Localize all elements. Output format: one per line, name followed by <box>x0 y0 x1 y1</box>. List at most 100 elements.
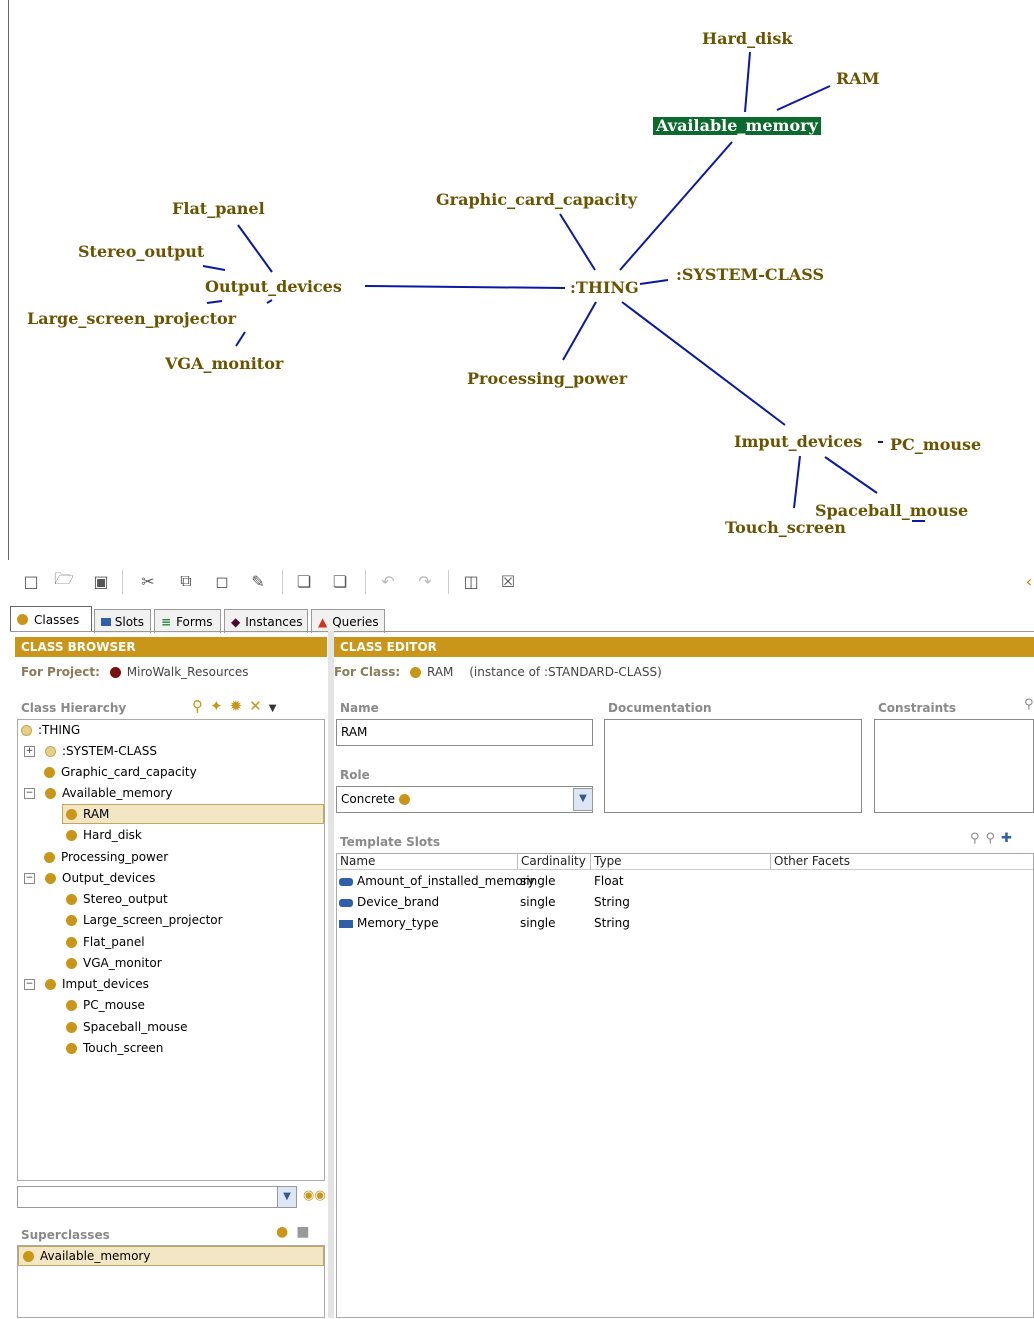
tab-queries[interactable]: ▲ Queries <box>311 609 385 633</box>
remove-superclass-icon[interactable]: ■ <box>296 1224 317 1240</box>
tree-item-ram[interactable]: RAM <box>62 804 324 824</box>
class-icon <box>66 1042 77 1054</box>
create-class-icon[interactable]: ✦ <box>210 697 230 715</box>
collapse-icon[interactable]: − <box>24 872 35 884</box>
create-subclass-icon[interactable]: ✹ <box>230 697 250 715</box>
copy-icon[interactable]: ⧉ <box>175 570 197 592</box>
edge-input-touch <box>793 455 801 509</box>
col-type[interactable]: Type <box>590 854 770 870</box>
node-ram[interactable]: RAM <box>836 70 879 88</box>
tab-label: Forms <box>176 614 213 629</box>
class-icon <box>66 808 77 820</box>
tree-label: Stereo_output <box>83 892 168 906</box>
name-field[interactable]: RAM <box>336 719 593 746</box>
tree-item-large-screen-projector[interactable]: Large_screen_projector <box>66 910 223 930</box>
arrow-left-icon[interactable]: ‹ <box>1018 570 1034 592</box>
delete-class-icon[interactable]: ✕ <box>249 697 269 715</box>
class-search-combo[interactable] <box>17 1186 297 1208</box>
insert-subclass-icon[interactable]: ❏ <box>329 570 351 592</box>
documentation-field[interactable] <box>604 719 862 813</box>
edge-output-flatpanel <box>237 224 273 273</box>
node-graphic-card-capacity[interactable]: Graphic_card_capacity <box>436 191 637 209</box>
tree-item-vga-monitor[interactable]: VGA_monitor <box>66 953 162 973</box>
node-processing-power[interactable]: Processing_power <box>467 370 627 388</box>
tree-item-touch-screen[interactable]: Touch_screen <box>66 1038 163 1058</box>
superclass-item[interactable]: Available_memory <box>18 1246 324 1266</box>
edge-output-projector2 <box>266 299 273 304</box>
project-name: MiroWalk_Resources <box>126 665 249 679</box>
edit-icon[interactable]: ✎ <box>247 570 269 592</box>
tab-slots[interactable]: Slots <box>94 609 151 633</box>
tree-item-stereo-output[interactable]: Stereo_output <box>66 889 168 909</box>
save-icon[interactable]: ▣ <box>90 570 112 592</box>
new-file-icon[interactable]: □ <box>20 570 42 592</box>
class-editor-header: CLASS EDITOR <box>334 637 1034 657</box>
tree-item-pc-mouse[interactable]: PC_mouse <box>66 995 145 1015</box>
col-other-facets[interactable]: Other Facets <box>770 854 1033 870</box>
tab-instances[interactable]: ◆ Instances <box>224 609 308 633</box>
tab-label: Slots <box>114 614 144 629</box>
toolbar-separator <box>365 570 366 594</box>
tree-item-system-class[interactable]: +:SYSTEM-CLASS <box>24 741 157 761</box>
node-stereo-output[interactable]: Stereo_output <box>78 243 204 261</box>
tree-item-hard-disk[interactable]: Hard_disk <box>66 825 142 845</box>
tree-item-available-memory[interactable]: − Available_memory <box>24 783 172 803</box>
collapse-icon[interactable]: − <box>24 978 35 990</box>
class-icon <box>66 893 77 905</box>
window-icon[interactable]: ◫ <box>460 570 482 592</box>
add-slot-icon[interactable]: ✚ <box>1001 831 1018 846</box>
paste-icon[interactable]: ◻ <box>211 570 233 592</box>
chevron-down-icon[interactable]: ▼ <box>573 788 593 811</box>
expand-icon[interactable]: + <box>24 745 35 757</box>
node-system-class[interactable]: :SYSTEM-CLASS <box>676 266 824 284</box>
node-output-devices[interactable]: Output_devices <box>205 278 342 296</box>
chevron-down-icon[interactable]: ▼ <box>277 1186 297 1208</box>
role-select[interactable]: Concrete <box>336 786 593 813</box>
node-large-screen-projector[interactable]: Large_screen_projector <box>27 310 236 328</box>
node-available-memory[interactable]: Available_memory <box>653 117 821 135</box>
edge-output-vga <box>235 331 246 347</box>
open-folder-icon[interactable]: 🗁 <box>53 569 75 592</box>
for-project: For Project: MiroWalk_Resources <box>21 665 248 679</box>
node-touch-screen[interactable]: Touch_screen <box>725 519 846 537</box>
insert-class-icon[interactable]: ❏ <box>293 570 315 592</box>
redo-icon[interactable]: ↷ <box>414 570 436 592</box>
node-input-devices[interactable]: Imput_devices <box>734 433 862 451</box>
add-superclass-icon[interactable]: ● <box>276 1224 296 1240</box>
main-toolbar: □ 🗁 ▣ ✂ ⧉ ◻ ✎ ❏ ❏ ↶ ↷ ◫ ☒ ‹ <box>0 562 1034 602</box>
ontology-graph[interactable]: Hard_disk RAM Available_memory Graphic_c… <box>0 0 1034 560</box>
node-flat-panel[interactable]: Flat_panel <box>172 200 265 218</box>
node-thing[interactable]: :THING <box>570 279 639 297</box>
node-hard-disk[interactable]: Hard_disk <box>702 30 792 48</box>
tree-item-flat-panel[interactable]: Flat_panel <box>66 932 145 952</box>
tree-item-graphic-card-capacity[interactable]: Graphic_card_capacity <box>44 762 197 782</box>
tab-forms[interactable]: ≡ Forms <box>154 609 221 633</box>
tab-classes[interactable]: Classes <box>10 606 92 632</box>
undo-icon[interactable]: ↶ <box>377 570 399 592</box>
collapse-icon[interactable]: − <box>24 787 35 799</box>
tree-item-processing-power[interactable]: Processing_power <box>44 847 168 867</box>
col-cardinality[interactable]: Cardinality <box>517 854 590 870</box>
node-pc-mouse[interactable]: PC_mouse <box>890 436 981 454</box>
tree-item-spaceball-mouse[interactable]: Spaceball_mouse <box>66 1017 187 1037</box>
split-divider[interactable] <box>328 631 334 1318</box>
view-slot-icon[interactable]: ⚲ <box>986 831 1002 846</box>
class-icon <box>66 957 77 969</box>
tree-item-input-devices[interactable]: − Imput_devices <box>24 974 149 994</box>
constraints-field[interactable] <box>874 719 1034 813</box>
slot-row-name[interactable]: Memory_type <box>339 916 439 930</box>
cut-icon[interactable]: ✂ <box>137 570 159 592</box>
slot-row-name[interactable]: Amount_of_installed_memory <box>339 874 535 888</box>
chevron-down-icon[interactable]: ▼ <box>269 703 284 714</box>
slot-row-name[interactable]: Device_brand <box>339 895 439 909</box>
class-icon <box>45 745 56 757</box>
tree-item-output-devices[interactable]: − Output_devices <box>24 868 155 888</box>
find-slot-icon[interactable]: ⚲ <box>970 831 986 846</box>
binoculars-icon[interactable]: ◉◉ <box>303 1188 326 1203</box>
col-name[interactable]: Name <box>337 854 517 870</box>
find-icon[interactable]: ⚲ <box>1024 697 1034 712</box>
node-vga-monitor[interactable]: VGA_monitor <box>165 355 283 373</box>
find-class-icon[interactable]: ⚲ <box>192 697 210 715</box>
close-window-icon[interactable]: ☒ <box>497 570 519 592</box>
tree-item-thing[interactable]: :THING <box>21 720 80 740</box>
